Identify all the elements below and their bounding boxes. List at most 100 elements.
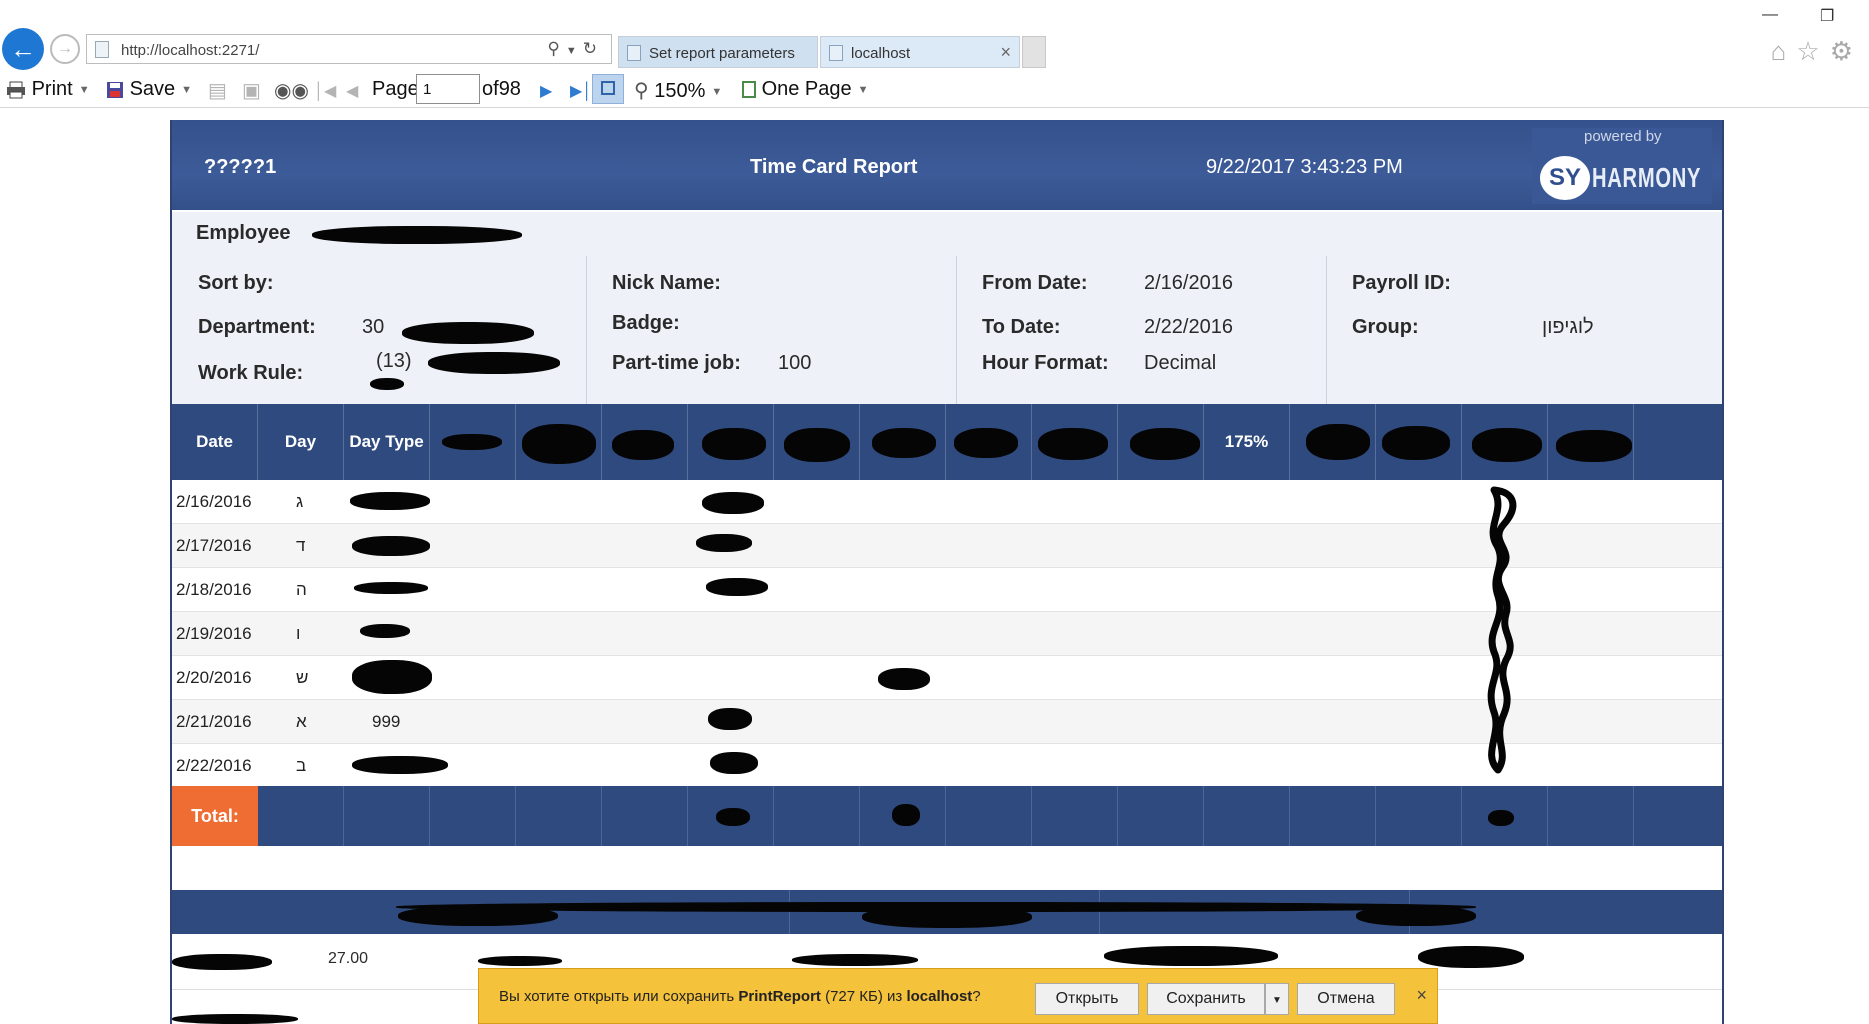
row-day: ש	[296, 668, 309, 687]
table-header: Date Day Day Type 175%	[172, 404, 1722, 480]
page-number-input[interactable]: 1	[416, 74, 480, 104]
paste-icon[interactable]: ▣	[242, 78, 261, 103]
row-day: ו	[296, 624, 301, 643]
col-redacted	[1634, 404, 1722, 480]
redaction-mark	[1382, 426, 1450, 460]
open-button[interactable]: Открыть	[1035, 983, 1139, 1015]
redaction-mark	[1472, 428, 1542, 462]
print-layout-button[interactable]	[592, 74, 624, 104]
work-rule-value: (13)	[376, 350, 412, 372]
redaction-mark	[442, 434, 502, 450]
last-page-icon[interactable]: ▶│	[570, 81, 592, 101]
total-cell	[344, 786, 430, 846]
find-binoculars-icon[interactable]: ◉◉	[274, 78, 309, 103]
first-page-icon[interactable]: │◀	[314, 81, 336, 101]
redaction-mark	[792, 954, 918, 966]
redaction-mark	[702, 492, 764, 514]
forward-button[interactable]: →	[50, 34, 80, 64]
refresh-icon[interactable]: ↻	[583, 39, 603, 58]
total-cell	[1548, 786, 1634, 846]
from-date-label: From Date:	[982, 272, 1088, 294]
save-download-button[interactable]: Сохранить	[1147, 983, 1265, 1015]
browser-right-icons: ⌂☆⚙	[1771, 36, 1863, 67]
row-date: 2/19/2016	[176, 624, 252, 643]
zoom-dropdown[interactable]: ⚲ 150% ▼	[634, 78, 722, 103]
chevron-down-icon: ▼	[711, 85, 723, 98]
redaction-mark	[1556, 430, 1632, 462]
work-rule-label: Work Rule:	[198, 362, 304, 384]
redaction-mark	[350, 492, 430, 510]
view-label: One Page	[761, 78, 852, 100]
total-label: Total:	[172, 786, 258, 846]
copy-icon[interactable]: ▤	[208, 78, 227, 103]
save-button[interactable]: Save ▼	[106, 78, 192, 101]
total-cell	[1032, 786, 1118, 846]
total-cell	[516, 786, 602, 846]
from-date-value: 2/16/2016	[1144, 272, 1233, 294]
report-toolbar: Print ▼ Save ▼ ▤ ▣ ◉◉ │◀ ◀ Page 1 of98 ▶ ▶…	[0, 72, 1869, 108]
tab-label: Set report parameters	[649, 45, 795, 62]
redaction-mark	[478, 956, 562, 966]
download-notification-bar: Вы хотите открыть или сохранить PrintRep…	[478, 968, 1438, 1024]
row-day: א	[296, 712, 307, 731]
department-label: Department:	[198, 316, 316, 338]
favorites-star-icon[interactable]: ☆	[1796, 36, 1829, 66]
back-button[interactable]: ←	[2, 28, 44, 70]
address-bar[interactable]: http://localhost:2271/ ⚲▼↻	[86, 34, 612, 64]
redaction-mark	[370, 378, 404, 390]
save-options-dropdown[interactable]: ▼	[1265, 983, 1289, 1015]
redaction-mark	[1418, 946, 1524, 968]
tab-set-report-parameters[interactable]: Set report parameters	[618, 36, 818, 68]
redaction-mark	[862, 906, 1032, 928]
row-day-type: 999	[372, 712, 401, 731]
redaction-mark	[398, 906, 558, 926]
page-count: of98	[482, 78, 521, 101]
cancel-button[interactable]: Отмена	[1297, 983, 1395, 1015]
previous-page-icon[interactable]: ◀	[346, 81, 358, 101]
row-day: ה	[296, 580, 307, 599]
url-text[interactable]: http://localhost:2271/	[121, 42, 259, 59]
restore-icon[interactable]: ❐	[1820, 6, 1834, 26]
report-id: ?????1	[204, 156, 277, 178]
browser-chrome: ← → http://localhost:2271/ ⚲▼↻ Set repor…	[0, 0, 1869, 70]
report-page: ?????1 Time Card Report 9/22/2017 3:43:2…	[170, 120, 1724, 1024]
print-button[interactable]: Print ▼	[6, 78, 90, 101]
gear-icon[interactable]: ⚙	[1830, 36, 1863, 66]
row-date: 2/18/2016	[176, 580, 252, 599]
column-divider	[1326, 256, 1327, 404]
next-page-icon[interactable]: ▶	[540, 81, 552, 101]
new-tab-button[interactable]	[1022, 36, 1046, 68]
part-time-value: 100	[778, 352, 812, 374]
back-arrow-icon: ←	[10, 34, 36, 64]
of-label: of	[482, 78, 499, 100]
search-icon[interactable]: ⚲	[547, 39, 565, 58]
total-cell	[1204, 786, 1290, 846]
redaction-mark	[702, 428, 766, 460]
sort-by-label: Sort by:	[198, 272, 274, 294]
chevron-down-icon: ▼	[1272, 995, 1282, 1006]
tab-localhost[interactable]: localhost ×	[820, 36, 1020, 68]
download-host: localhost	[906, 988, 973, 1005]
row-date: 2/22/2016	[176, 756, 252, 775]
total-cell	[774, 786, 860, 846]
chevron-down-icon: ▼	[78, 83, 90, 96]
dropdown-icon[interactable]: ▼	[566, 45, 583, 57]
part-time-label: Part-time job:	[612, 352, 741, 374]
close-icon[interactable]: ×	[1416, 985, 1427, 1006]
redaction-mark	[784, 428, 850, 462]
address-tools[interactable]: ⚲▼↻	[547, 39, 603, 59]
tab-page-icon	[829, 45, 843, 61]
forward-arrow-icon: →	[57, 40, 73, 57]
view-mode-dropdown[interactable]: One Page ▼	[742, 78, 869, 101]
payroll-id-label: Payroll ID:	[1352, 272, 1451, 294]
total-cell	[258, 786, 344, 846]
row-date: 2/21/2016	[176, 712, 252, 731]
close-tab-icon[interactable]: ×	[1000, 42, 1011, 63]
column-divider	[586, 256, 587, 404]
redaction-mark	[706, 578, 768, 596]
minimize-icon[interactable]: —	[1762, 6, 1778, 24]
redaction-mark	[1130, 428, 1200, 460]
home-icon[interactable]: ⌂	[1771, 36, 1797, 66]
row-date: 2/20/2016	[176, 668, 252, 687]
department-value: 30	[362, 316, 385, 338]
